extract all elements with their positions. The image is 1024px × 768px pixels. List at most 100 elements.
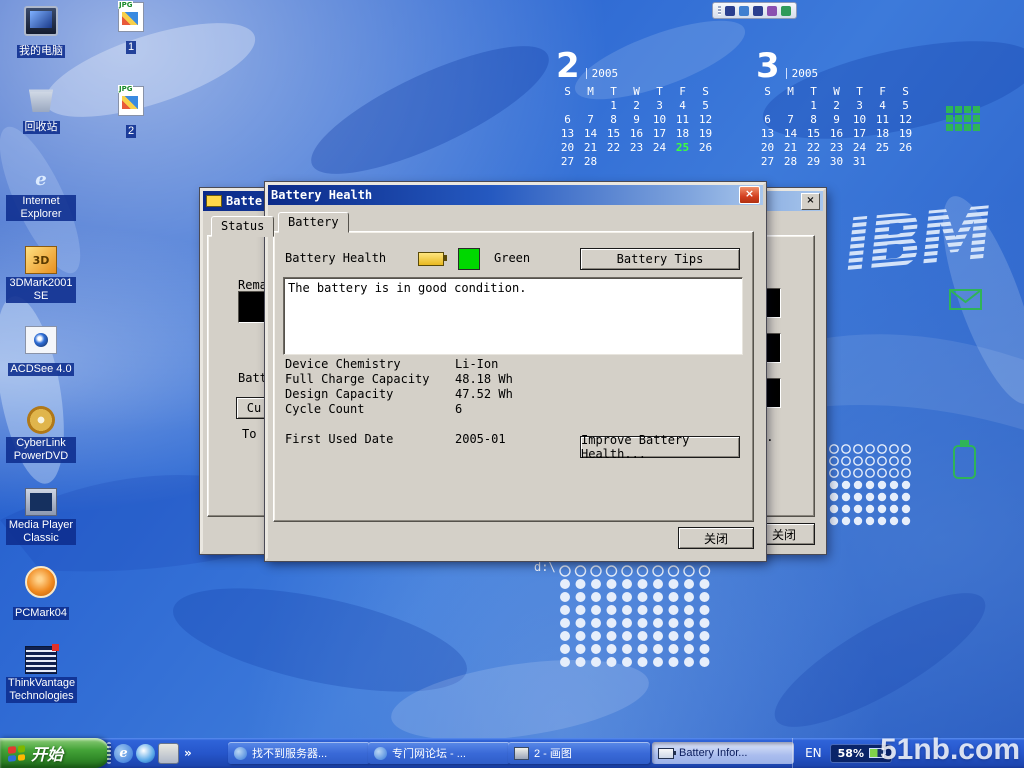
my-computer-icon [24,6,58,36]
media-quicklaunch-icon[interactable] [136,744,155,763]
keyboard-icon[interactable] [781,6,791,16]
desktop-icon-my-computer[interactable]: 我的电脑 [6,6,76,58]
eject-icon[interactable] [753,6,763,16]
calendar-week: 6789101112 [756,113,917,127]
taskbar-button-1[interactable]: 找不到服务器... [228,742,370,764]
desktop: IBM 2 2005 SMTWTFS1234567891011121314151… [0,0,1024,768]
windows-flag-icon [8,745,25,762]
ie-icon: e [26,166,56,192]
wallpaper-calendar-march: 3 2005 SMTWTFS12345678910111213141516171… [756,52,917,169]
drive-label: d:\ [534,560,556,574]
desktop-icon-label: Internet Explorer [6,195,76,221]
battery-icon [658,748,674,759]
spec-value: 47.52 Wh [455,387,513,402]
icon-glyph: e [26,166,56,192]
desktop-icon-label: Media Player Classic [6,519,76,545]
condition-textbox[interactable]: The battery is in good condition. [283,277,743,355]
calendar-day: 4 [871,99,894,113]
calendar-day: 13 [756,127,779,141]
calendar-day [648,155,671,169]
desktop-icon-thinkvantage[interactable]: ThinkVantage Technologies [6,646,76,703]
health-status-text: Green [494,251,530,265]
tab-status[interactable]: Status [211,216,274,237]
calendar-day [779,99,802,113]
ibm-logo: IBM [840,191,996,290]
desktop-icon-acdsee[interactable]: ACDSee 4.0 [6,326,76,376]
battery-health-titlebar[interactable]: Battery Health × [268,185,763,205]
calendar-day: 2 [825,99,848,113]
mpc-icon [25,488,57,516]
ie-quicklaunch-icon[interactable] [114,744,133,763]
display-icon[interactable] [767,6,777,16]
calendar-day: 22 [602,141,625,155]
thinkvantage-icon [25,646,57,674]
calendar-week: 2728 [556,155,717,169]
battery-specs: Device ChemistryLi-IonFull Charge Capaci… [285,357,737,417]
language-indicator[interactable]: EN [805,746,822,760]
taskbar: 开始 » 找不到服务器...专门网论坛 - ...2 - 画图Battery I… [0,738,1024,768]
desktop-icon-label: PCMark04 [13,607,69,620]
calendar-day: 16 [625,127,648,141]
quick-launch-grip[interactable] [107,742,111,764]
calendar-day: 8 [802,113,825,127]
back-close-icon[interactable]: × [801,193,820,210]
floating-toolbar[interactable] [712,2,797,19]
calendar-day: 18 [671,127,694,141]
calendar-day: 3 [848,99,871,113]
3dmark-icon: 3D [25,246,57,274]
volume-icon[interactable] [725,6,735,16]
calendar-day: 11 [671,113,694,127]
calendar-week: 13141516171819 [556,127,717,141]
spec-row: Device ChemistryLi-Ion [285,357,737,372]
desktop-icon-powerdvd[interactable]: CyberLink PowerDVD [6,406,76,463]
jpg-badge: JPG [118,85,133,93]
battery-tips-button[interactable]: Battery Tips [580,248,740,270]
toolbar-grip[interactable] [718,6,721,15]
calendar-day: 31 [848,155,871,169]
desktop-icon-recycle-bin[interactable]: 回收站 [6,86,76,134]
brightness-icon[interactable] [739,6,749,16]
calendar-day-header: S [756,85,779,99]
calendar-day: 29 [802,155,825,169]
calendar-week: 12345 [756,99,917,113]
calendar-day: 6 [556,113,579,127]
calendar-day: 12 [894,113,917,127]
desktop-file-label: 1 [126,41,136,54]
desktop-icon-pcmark[interactable]: PCMark04 [6,566,76,620]
tab-battery[interactable]: Battery [278,212,349,233]
calendar-day: 22 [802,141,825,155]
calendar-day: 20 [556,141,579,155]
improve-battery-health-button[interactable]: Improve Battery Health... [580,436,740,458]
taskbar-button-4[interactable]: Battery Infor... [652,742,794,764]
start-button[interactable]: 开始 [0,738,110,768]
first-used-label: First Used Date [285,432,455,447]
quick-launch-overflow-chevron[interactable]: » [182,746,194,760]
desktop-file-1[interactable]: JPG1 [96,2,166,54]
calendar-day-header: M [579,85,602,99]
desktop-icon-mpc[interactable]: Media Player Classic [6,488,76,545]
desktop-icon-3dmark[interactable]: 3D3DMark2001 SE [6,246,76,303]
close-button[interactable]: 关闭 [678,527,754,549]
ie-icon [234,747,247,760]
calendar-month-number: 3 [756,52,780,80]
calendar-day-header: S [556,85,579,99]
calendar-day: 15 [602,127,625,141]
calendar-day: 21 [779,141,802,155]
calendar-day-header: T [648,85,671,99]
calendar-day: 19 [694,127,717,141]
desktop-file-2[interactable]: JPG2 [96,86,166,138]
close-icon[interactable]: × [739,186,760,204]
remaining-capacity-gauge [238,291,268,323]
calendar-day: 11 [871,113,894,127]
powerdvd-icon [27,406,55,434]
desktop-icon-ie[interactable]: e Internet Explorer [6,166,76,221]
calendar-day: 16 [825,127,848,141]
calendar-week: 20212223242526 [556,141,717,155]
calendar-day [756,99,779,113]
calendar-day: 2 [625,99,648,113]
desktop-quicklaunch-icon[interactable] [158,743,179,764]
calendar-day: 8 [602,113,625,127]
taskbar-button-3[interactable]: 2 - 画图 [508,742,650,764]
calendar-day-headers: SMTWTFS [556,85,717,99]
taskbar-button-2[interactable]: 专门网论坛 - ... [368,742,510,764]
